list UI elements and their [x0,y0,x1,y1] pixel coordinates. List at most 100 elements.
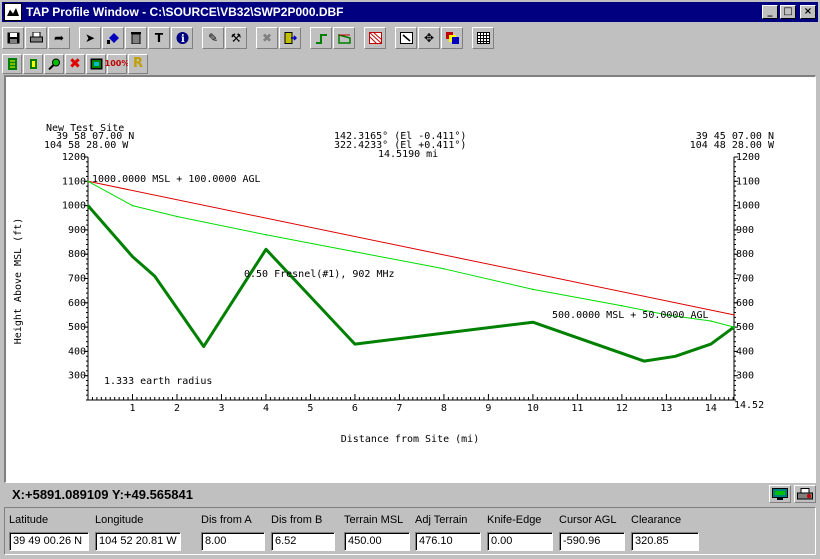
y-tick-label-right: 700 [736,274,754,285]
pointer-icon[interactable]: ➤ [79,26,101,49]
x-tick-label: 4 [263,403,269,414]
knife-edge-label: Knife-Edge [487,514,542,526]
x-tick-label: 5 [307,403,313,414]
text-tool-icon[interactable]: T [148,26,170,49]
path-distance: 14.5190 mi [378,149,438,160]
terrain-msl-label: Terrain MSL [344,514,404,526]
knife-edge-field: Knife-Edge 0.00 [487,514,553,551]
paint-bucket-icon[interactable] [102,26,124,49]
move-crosshair-icon[interactable]: ✥ [418,26,440,49]
close-button[interactable]: × [800,5,816,19]
print-preview-icon[interactable] [794,485,816,503]
folder-profile-icon[interactable] [333,26,355,49]
series-point [710,320,712,322]
x-tick-label: 8 [441,403,447,414]
dis-from-b-value[interactable]: 6.52 [271,532,335,551]
maximize-button[interactable]: □ [780,5,796,19]
r-tool-icon[interactable]: R [128,53,148,74]
zoom-100-icon[interactable]: 100% [105,53,129,74]
series-point [131,255,134,258]
x-tick-label: 2 [174,403,180,414]
color-palette-icon[interactable] [441,26,463,49]
dis-from-b-label: Dis from B [271,514,323,526]
series-point [265,248,267,251]
fresnel-zone-line [87,180,735,328]
y-tick-label-right: 900 [736,225,754,236]
y-tick-label-right: 1000 [736,201,760,212]
site-a-icon[interactable] [2,53,22,74]
red-x-icon[interactable]: ✖ [65,53,85,74]
measure-tool-icon[interactable]: ✎ [202,26,224,49]
save-icon[interactable] [2,26,24,49]
svg-text:i: i [181,34,185,44]
cursor-agl-label: Cursor AGL [559,514,617,526]
step-profile-icon[interactable] [310,26,332,49]
y-tick-label-left: 900 [68,225,86,236]
y-tick-label-left: 600 [68,298,86,309]
hatch-pattern-icon[interactable] [364,26,386,49]
cross-disabled-icon[interactable]: ✖ [256,26,278,49]
series-point [131,204,134,207]
longitude-label: Longitude [95,514,144,526]
knife-edge-value[interactable]: 0.00 [487,532,553,551]
fresnel-label: 0.50 Fresnel(#1), 902 MHz [244,269,395,280]
y-tick-label-right: 1100 [736,176,760,187]
dis-from-a-value[interactable]: 8.00 [201,532,265,551]
delete-icon[interactable] [125,26,147,49]
minimize-button[interactable]: _ [762,5,778,19]
info-panel: Latitude 39 49 00.26 N Longitude 104 52 … [4,507,816,555]
x-tick-label: 9 [485,403,491,414]
series-point [643,360,645,362]
site-b-icon[interactable] [23,53,43,74]
series-point [532,288,534,291]
y-tick-label-right: 600 [736,298,754,309]
y-tick-label-right: 400 [736,346,754,357]
x-tick-label: 11 [571,403,583,414]
cursor-agl-value[interactable]: -590.96 [559,532,625,551]
profile-chart[interactable]: 300 300 400 400 500 500 600 600 700 700 800 800 900 9… [6,77,816,483]
series-point [265,233,267,236]
terrain-msl-value[interactable]: 450.00 [344,532,410,551]
series-point [202,345,205,348]
series-point [621,304,623,307]
secondary-toolbar: ✖ 100% R [2,51,149,76]
end-distance-label: 14.52 [734,400,764,411]
print-icon[interactable] [25,26,47,49]
redo-arrow-icon[interactable]: ➦ [48,26,70,49]
image-icon[interactable] [86,53,106,74]
terrain-msl-field: Terrain MSL 450.00 [344,514,410,551]
x-tick-label: 6 [352,403,358,414]
monitor-icon[interactable] [769,485,791,503]
clearance-value[interactable]: 320.85 [631,532,699,551]
adj-terrain-value[interactable]: 476.10 [415,532,481,551]
adj-terrain-label: Adj Terrain [415,514,468,526]
grid-icon[interactable] [472,26,494,49]
x-tick-label: 1 [129,403,135,414]
dis-from-a-field: Dis from A 8.00 [201,514,265,551]
cursor-coordinates: X:+5891.089109 Y:+49.565841 [12,486,193,502]
cursor-agl-field: Cursor AGL -590.96 [559,514,625,551]
x-axis-label: Distance from Site (mi) [341,434,479,445]
y-tick-label-left: 700 [68,274,86,285]
info-icon[interactable]: i [171,26,193,49]
x-tick-label: 7 [396,403,402,414]
app-icon[interactable] [4,3,22,21]
main-toolbar: ➦ ➤ T i ✎ ⚒ ✖ ✥ [2,25,495,50]
x-tick-label: 14 [705,403,717,414]
profile-plot-area[interactable]: 300 300 400 400 500 500 600 600 700 700 800 800 900 9… [4,75,816,483]
clearance-label: Clearance [631,514,682,526]
wrench-icon[interactable]: ⚒ [225,26,247,49]
y-tick-label-left: 800 [68,249,86,260]
window-title: TAP Profile Window - C:\SOURCE\VB32\SWP2… [26,5,344,19]
longitude-value[interactable]: 104 52 20.81 W [95,532,181,551]
x-tick-label: 13 [660,403,672,414]
latitude-value[interactable]: 39 49 00.26 N [9,532,89,551]
y-tick-label-right: 300 [736,371,754,382]
magnify-icon[interactable] [44,53,64,74]
zoom-box-icon[interactable] [395,26,417,49]
line-of-sight-line [87,180,735,316]
exit-door-icon[interactable] [279,26,301,49]
series-point [354,343,356,345]
y-tick-label-left: 300 [68,371,86,382]
coordinate-bar: X:+5891.089109 Y:+49.565841 [4,484,816,504]
